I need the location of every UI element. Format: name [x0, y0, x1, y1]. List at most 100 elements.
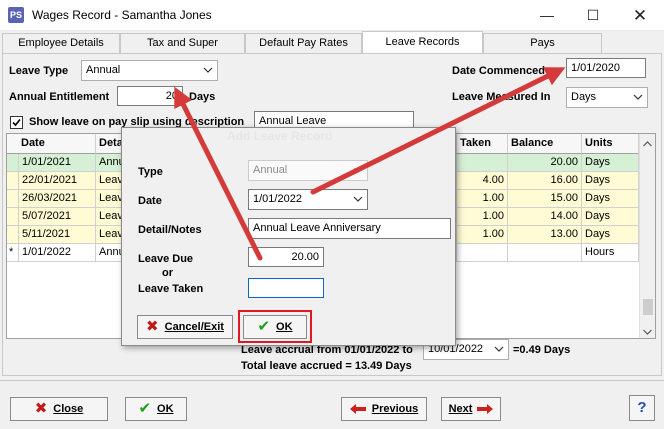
next-button[interactable]: Next: [441, 397, 501, 421]
accrual-result: =0.49 Days: [513, 344, 571, 356]
leave-type-label: Leave Type: [9, 65, 69, 77]
leave-type-value: Annual: [86, 64, 121, 76]
chevron-down-icon: [203, 61, 213, 73]
ok-label: OK: [157, 403, 174, 415]
leave-taken-input[interactable]: [248, 278, 324, 298]
check-icon: ✔: [257, 318, 271, 336]
type-label: Type: [138, 166, 163, 178]
row-marker: [7, 208, 19, 226]
row-date: 1/01/2021: [19, 154, 96, 172]
entitlement-unit-label: Days: [189, 91, 216, 103]
leave-measured-label: Leave Measured In: [452, 91, 551, 103]
check-icon: ✔: [138, 400, 152, 418]
dialog-title: Add Leave Record: [227, 129, 333, 143]
scroll-thumb[interactable]: [643, 299, 653, 315]
help-icon: ?: [637, 399, 647, 416]
help-button[interactable]: ?: [629, 395, 655, 421]
maximize-button[interactable]: ☐: [570, 0, 616, 31]
leave-due-input[interactable]: 20.00: [248, 247, 324, 267]
row-balance: 14.00: [508, 208, 582, 226]
close-button[interactable]: ✖ Close: [10, 397, 108, 421]
bottom-toolbar: ✖ Close ✔ OK Previous Next ?: [0, 380, 664, 429]
date-commenced-input[interactable]: 1/01/2020: [566, 58, 646, 78]
row-balance: 15.00: [508, 190, 582, 208]
row-units: Days: [582, 154, 639, 172]
close-label: Close: [53, 403, 84, 415]
row-units: Days: [582, 172, 639, 190]
detail-notes-label: Detail/Notes: [138, 224, 202, 236]
or-label: or: [162, 267, 173, 279]
leave-type-select[interactable]: Annual: [81, 60, 218, 81]
date-label: Date: [138, 195, 162, 207]
column-header-taken[interactable]: Taken: [457, 134, 508, 154]
leave-due-label: Leave Due: [138, 253, 194, 265]
chevron-down-icon: [633, 88, 643, 100]
annual-entitlement-label: Annual Entitlement: [9, 91, 110, 103]
chevron-down-icon: [353, 190, 363, 202]
x-icon: ✖: [34, 400, 48, 418]
row-balance: [508, 244, 582, 262]
row-balance: 20.00: [508, 154, 582, 172]
app-icon: PS: [8, 7, 24, 23]
ok-button[interactable]: ✔ OK: [125, 397, 187, 421]
row-units: Days: [582, 226, 639, 244]
leave-measured-value: Days: [571, 91, 597, 103]
window-title: Wages Record - Samantha Jones: [32, 8, 212, 22]
tab-tax-and-super[interactable]: Tax and Super: [120, 33, 245, 53]
arrow-left-icon: [349, 404, 366, 415]
vertical-scrollbar[interactable]: [639, 134, 655, 338]
annual-entitlement-input[interactable]: 20: [117, 86, 183, 106]
dialog-ok-button[interactable]: ✔ OK: [243, 315, 307, 339]
row-taken: 1.00: [457, 226, 508, 244]
previous-button[interactable]: Previous: [341, 397, 427, 421]
scroll-up-icon[interactable]: [643, 138, 652, 147]
next-label: Next: [448, 403, 473, 415]
minimize-button[interactable]: —: [524, 0, 570, 31]
chevron-down-icon: [353, 161, 363, 173]
row-taken: 1.00: [457, 208, 508, 226]
tab-leave-records[interactable]: Leave Records: [362, 31, 483, 54]
row-units: Days: [582, 208, 639, 226]
total-leave-accrued: Total leave accrued = 13.49 Days: [241, 360, 412, 372]
row-taken: [457, 244, 508, 262]
new-row-marker: *: [7, 244, 19, 262]
row-units: Hours: [582, 244, 639, 262]
x-icon: ✖: [146, 318, 159, 336]
leave-taken-label: Leave Taken: [138, 283, 204, 295]
cancel-exit-button[interactable]: ✖ Cancel/Exit: [137, 315, 233, 339]
arrow-right-icon: [477, 404, 494, 415]
leave-measured-select[interactable]: Days: [566, 87, 648, 108]
date-commenced-label: Date Commenced: [452, 65, 545, 77]
scroll-down-icon[interactable]: [643, 326, 652, 335]
column-header-balance[interactable]: Balance: [508, 134, 582, 154]
dialog-ok-label: OK: [276, 321, 293, 333]
date-select[interactable]: 1/01/2022: [248, 189, 368, 210]
tab-default-pay-rates[interactable]: Default Pay Rates: [245, 33, 362, 53]
row-date: 5/07/2021: [19, 208, 96, 226]
row-date: 1/01/2022: [19, 244, 96, 262]
tab-pays[interactable]: Pays: [483, 33, 602, 53]
type-select[interactable]: Annual: [248, 160, 368, 181]
row-date: 5/11/2021: [19, 226, 96, 244]
row-units: Days: [582, 190, 639, 208]
row-marker: [7, 190, 19, 208]
close-window-button[interactable]: ✕: [617, 0, 663, 31]
row-taken: 4.00: [457, 172, 508, 190]
add-leave-record-dialog: Add Leave Record Type Annual Date 1/01/2…: [121, 127, 456, 346]
row-balance: 13.00: [508, 226, 582, 244]
previous-label: Previous: [371, 403, 419, 415]
row-balance: 16.00: [508, 172, 582, 190]
row-date: 22/01/2021: [19, 172, 96, 190]
column-header-date[interactable]: Date: [7, 134, 96, 154]
row-date: 26/03/2021: [19, 190, 96, 208]
cancel-exit-label: Cancel/Exit: [164, 321, 224, 333]
detail-notes-input[interactable]: Annual Leave Anniversary: [248, 218, 451, 239]
column-header-units[interactable]: Units: [582, 134, 639, 154]
row-marker: [7, 154, 19, 172]
chevron-down-icon: [494, 340, 504, 352]
type-value: Annual: [253, 164, 288, 176]
row-marker: [7, 226, 19, 244]
show-leave-checkbox[interactable]: [10, 116, 23, 129]
tab-employee-details[interactable]: Employee Details: [2, 33, 120, 53]
row-marker: [7, 172, 19, 190]
